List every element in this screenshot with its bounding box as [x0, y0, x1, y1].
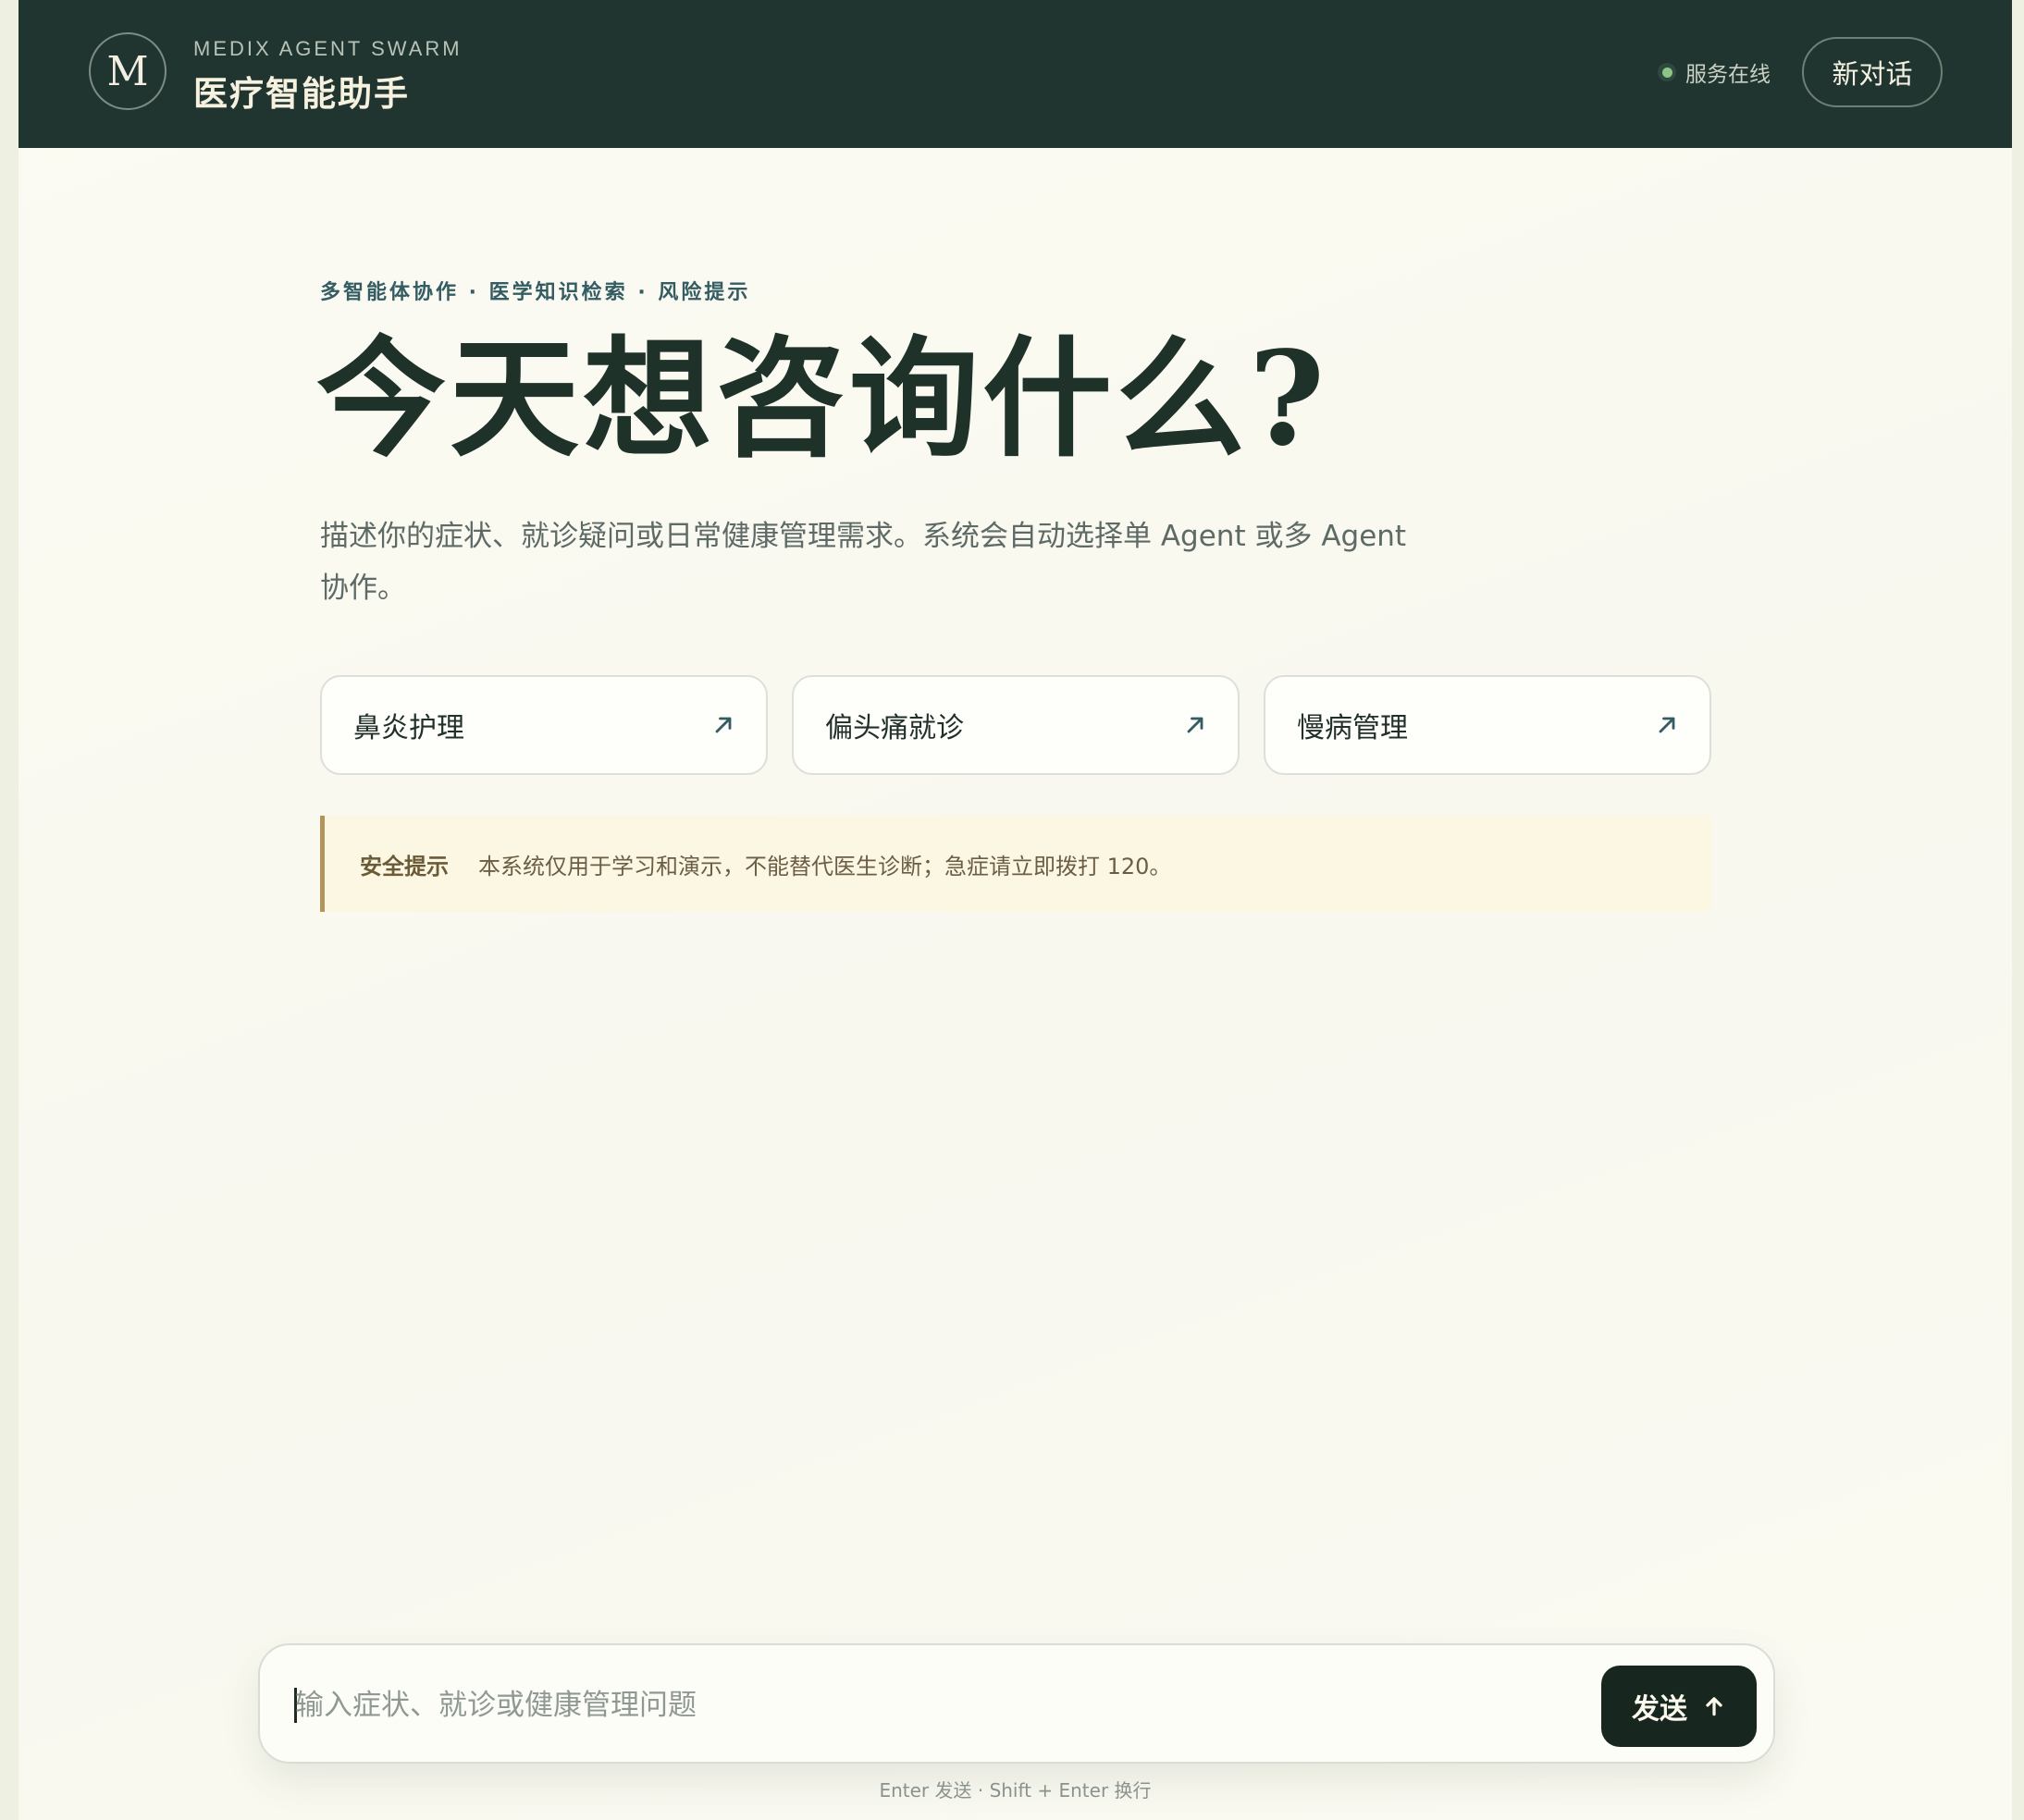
safety-text: 本系统仅用于学习和演示，不能替代医生诊断；急症请立即拨打 120。	[478, 853, 1172, 879]
status-online-icon	[1658, 63, 1676, 81]
suggestion-card-migraine[interactable]: 偏头痛就诊	[792, 675, 1240, 775]
safety-label: 安全提示	[360, 853, 449, 879]
app-window: M MEDIX AGENT SWARM 医疗智能助手 服务在线 新对话 多智能体…	[19, 0, 2012, 1820]
safety-notice: 安全提示 本系统仅用于学习和演示，不能替代医生诊断；急症请立即拨打 120。	[320, 816, 1711, 912]
suggestion-card-rhinitis[interactable]: 鼻炎护理	[320, 675, 768, 775]
arrow-up-icon	[1706, 1697, 1722, 1716]
page-title: 今天想咨询什么?	[316, 324, 1329, 475]
logo-mark: M	[89, 32, 167, 110]
suggestion-card-chronic[interactable]: 慢病管理	[1264, 675, 1711, 775]
chat-composer: 发送	[258, 1643, 1775, 1764]
arrow-up-right-icon	[1659, 717, 1675, 733]
hero-description: 描述你的症状、就诊疑问或日常健康管理需求。系统会自动选择单 Agent 或多 A…	[320, 520, 1407, 605]
status-text: 服务在线	[1685, 63, 1771, 87]
arrow-up-right-icon	[1187, 717, 1203, 733]
hero-eyebrow: 多智能体协作 · 医学知识检索 · 风险提示	[320, 281, 751, 304]
brand-title: 医疗智能助手	[193, 74, 410, 114]
top-header: M MEDIX AGENT SWARM 医疗智能助手 服务在线 新对话	[19, 0, 2012, 148]
suggestion-label: 偏头痛就诊	[825, 712, 964, 744]
suggestion-label: 鼻炎护理	[353, 712, 464, 744]
chat-input[interactable]	[295, 1673, 1572, 1738]
send-button[interactable]: 发送	[1601, 1666, 1757, 1747]
service-status: 服务在线	[1658, 57, 1771, 87]
suggestion-label: 慢病管理	[1297, 712, 1408, 744]
send-label: 发送	[1632, 1693, 1687, 1726]
arrow-up-right-icon	[715, 717, 732, 733]
keyboard-hint: Enter 发送 · Shift + Enter 换行	[879, 1779, 1152, 1802]
new-chat-button[interactable]: 新对话	[1802, 37, 1943, 107]
brand-subtitle: MEDIX AGENT SWARM	[193, 37, 463, 60]
logo-letter: M	[106, 47, 149, 95]
